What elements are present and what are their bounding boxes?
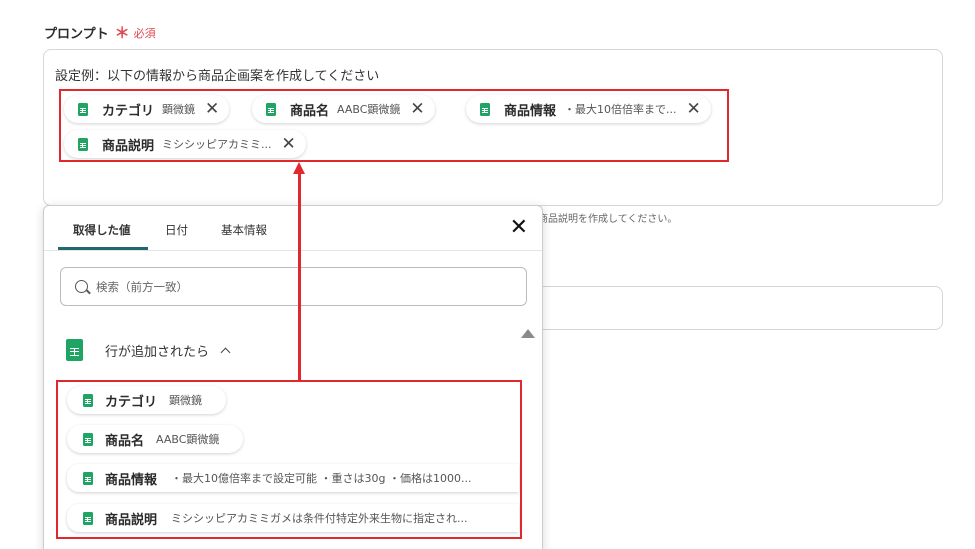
group-label: 行が追加されたら: [105, 344, 210, 360]
chevron-up-icon[interactable]: [220, 347, 231, 357]
search-field[interactable]: [60, 267, 527, 306]
tab-date[interactable]: 日付: [165, 222, 188, 238]
highlight-box-list: [56, 380, 522, 539]
scroll-up-icon[interactable]: [521, 329, 535, 338]
group-row-added[interactable]: 行が追加されたら: [66, 339, 231, 361]
prompt-label-text: プロンプト: [44, 27, 109, 42]
prompt-field-label: プロンプト ＊ 必須: [44, 22, 156, 43]
tab-retrieved-values[interactable]: 取得した値: [73, 222, 131, 238]
tab-bar: 取得した値 日付 基本情報 ✕: [44, 206, 542, 251]
close-icon[interactable]: ✕: [510, 217, 528, 239]
annotation-arrow-head: [293, 162, 305, 174]
highlight-box-chips: [59, 89, 729, 162]
required-star: ＊: [114, 24, 130, 42]
second-input-field[interactable]: [530, 286, 943, 330]
active-tab-indicator: [58, 247, 148, 250]
search-icon: [75, 280, 88, 293]
required-text: 必須: [133, 26, 156, 40]
google-sheets-icon: [66, 339, 83, 361]
annotation-arrow-line: [298, 172, 301, 380]
hint-text: 商品説明を作成してください。: [538, 214, 678, 225]
search-input[interactable]: [96, 279, 496, 294]
tab-basic-info[interactable]: 基本情報: [221, 222, 267, 238]
prompt-text: 設定例：以下の情報から商品企画案を作成してください: [55, 69, 380, 84]
